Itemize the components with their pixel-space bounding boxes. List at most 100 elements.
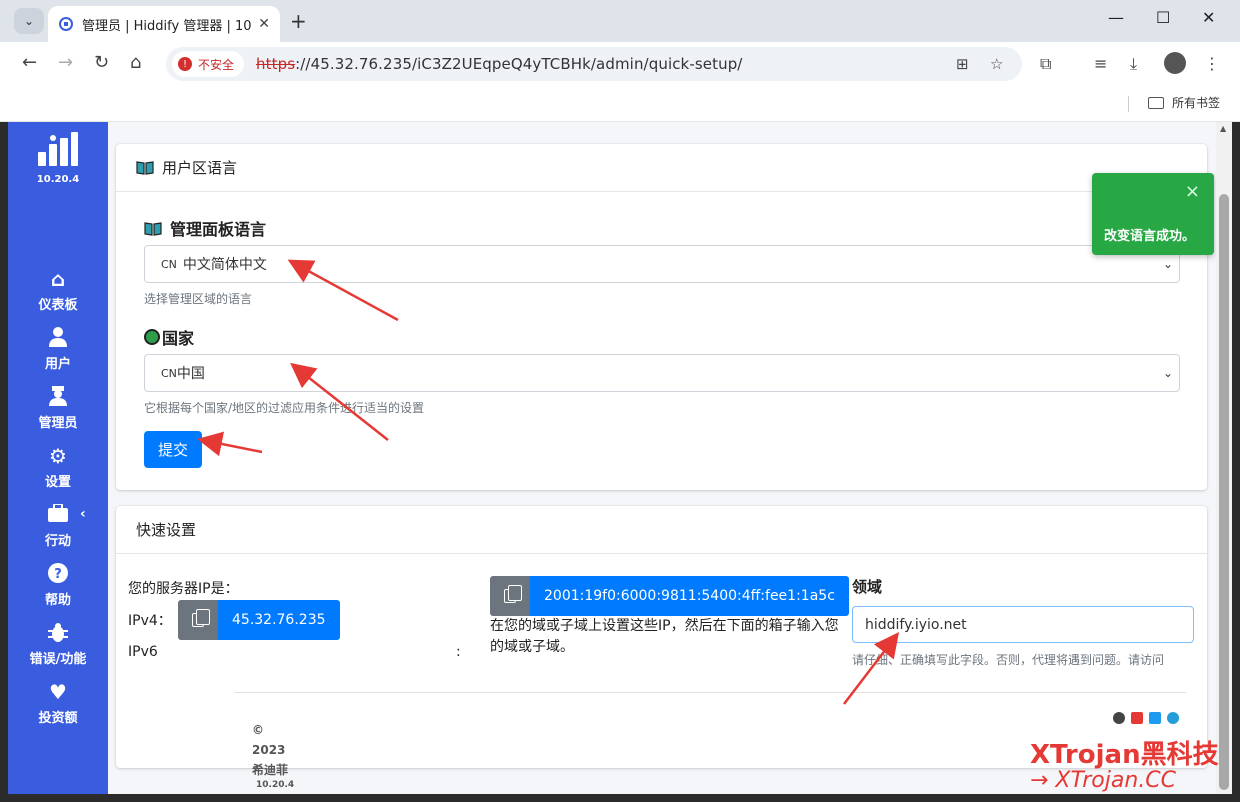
copy-icon [504, 585, 522, 603]
chevron-down-icon: ⌄ [23, 14, 35, 28]
footer-copyright: © [252, 723, 264, 737]
tab-search-button[interactable]: ⌄ [14, 8, 44, 34]
sidebar-item-label: 投资额 [38, 711, 78, 726]
tab-close-icon[interactable]: ✕ [258, 16, 270, 32]
address-bar[interactable]: ! 不安全 https://45.32.76.235/iC3Z2UEqpeQ4y… [166, 47, 1022, 81]
more-menu-icon[interactable]: ⋮ [1204, 54, 1220, 73]
country-select[interactable]: CN 中国 ⌄ [144, 354, 1180, 392]
extensions-icon[interactable]: ⧉ [1040, 54, 1051, 74]
country-label-text: 国家 [162, 329, 195, 348]
media-icon[interactable]: ≡ [1094, 54, 1107, 73]
profile-avatar[interactable] [1164, 52, 1186, 74]
country-value: 中国 [176, 366, 205, 382]
social-links [1113, 712, 1179, 724]
copy-icon [192, 609, 210, 627]
ipv4-value[interactable]: 45.32.76.235 [218, 600, 340, 640]
admin-language-label: 管理面板语言 [144, 216, 266, 240]
domain-help: 请仔细、正确填写此字段。否则，代理将遇到问题。请访问 [852, 653, 1165, 667]
domain-input[interactable] [852, 606, 1194, 643]
telegram-icon[interactable] [1167, 712, 1179, 724]
briefcase-icon [8, 503, 108, 526]
admin-language-select[interactable]: CN 中文简体中文 ⌄ [144, 245, 1180, 283]
translate-icon[interactable]: ⊞ [956, 55, 969, 73]
footer-divider [234, 692, 1186, 693]
download-icon[interactable]: ⤓ [1130, 54, 1137, 74]
sidebar-item-label: 仪表板 [38, 298, 78, 313]
youtube-icon[interactable] [1131, 712, 1143, 724]
domain-label: 领域 [852, 578, 883, 596]
footer-text: © 2023 希迪菲 [252, 720, 288, 780]
all-bookmarks-button[interactable]: 所有书签 [1147, 94, 1220, 111]
scrollbar-thumb[interactable] [1219, 194, 1229, 790]
language-card: 用户区语言 管理面板语言 CN 中文简体中文 ⌄ 选择管理区域的语言 国家 CN… [116, 144, 1207, 490]
sidebar-item-users[interactable]: 用户 [8, 327, 108, 372]
maximize-icon[interactable]: ☐ [1156, 8, 1170, 27]
ipv6-colon: : [456, 644, 461, 660]
sidebar-item-donate[interactable]: ♥ 投资额 [8, 681, 108, 726]
chevron-down-icon: ⌄ [1162, 257, 1173, 271]
url-text[interactable]: https://45.32.76.235/iC3Z2UEqpeQ4yTCBHk/… [256, 55, 742, 73]
quick-setup-title: 快速设置 [136, 521, 197, 539]
sidebar-item-bugs[interactable]: 错误/功能 [8, 622, 108, 667]
ipv6-value[interactable]: 2001:19f0:6000:9811:5400:4ff:fee1:1a5c [530, 576, 849, 616]
browser-toolbar: ← → ↻ ⌂ ! 不安全 https://45.32.76.235/iC3Z2… [0, 42, 1240, 86]
ipv4-copy-button[interactable] [178, 600, 218, 640]
reload-icon[interactable]: ↻ [94, 52, 109, 73]
sidebar-item-label: 设置 [44, 475, 71, 490]
svg-text:?: ? [54, 567, 62, 582]
sidebar-item-settings[interactable]: ⚙ 设置 [8, 445, 108, 490]
hiddify-favicon-icon [58, 16, 74, 32]
bookmarks-separator [1128, 96, 1129, 112]
language-card-header: 用户区语言 [116, 144, 1207, 192]
quick-setup-card: 快速设置 您的服务器IP是： IPv4： 45.32.76.235 IPv6 :… [116, 506, 1207, 790]
sidebar-item-label: 用户 [44, 357, 71, 372]
sidebar-version: 10.20.4 [36, 174, 80, 185]
chevron-left-icon: ‹ [80, 506, 86, 522]
twitter-icon[interactable] [1149, 712, 1161, 724]
country-help: 它根据每个国家/地区的过滤应用条件进行适当的设置 [144, 401, 425, 415]
language-card-title: 用户区语言 [162, 159, 238, 177]
sidebar-item-help[interactable]: ? 帮助 [8, 563, 108, 608]
ipv4-label: IPv4： [128, 613, 172, 629]
home-button-icon[interactable]: ⌂ [130, 52, 141, 73]
toast-close-icon[interactable]: × [1185, 181, 1200, 202]
sidebar-item-dashboard[interactable]: ⌂ 仪表板 [8, 268, 108, 313]
book-icon [144, 221, 162, 236]
page-scrollbar[interactable]: ▲ [1216, 122, 1232, 794]
forward-icon[interactable]: → [58, 52, 73, 73]
sidebar-item-admins[interactable]: 管理员 [8, 386, 108, 431]
ipv4-copy-group: 45.32.76.235 [178, 600, 340, 640]
submit-button[interactable]: 提交 [144, 431, 202, 468]
sidebar-item-label: 行动 [44, 534, 71, 549]
github-icon[interactable] [1113, 712, 1125, 724]
quick-setup-header: 快速设置 [116, 506, 1207, 554]
footer-name: 希迪菲 [252, 763, 289, 777]
star-icon[interactable]: ☆ [990, 55, 1003, 73]
back-icon[interactable]: ← [22, 52, 37, 73]
ipv6-help-text: 在您的域或子域上设置这些IP，然后在下面的箱子输入您的域或子域。 [490, 618, 839, 655]
sidebar-item-label: 错误/功能 [29, 652, 87, 667]
all-bookmarks-label: 所有书签 [1171, 96, 1220, 110]
warning-icon: ! [178, 57, 192, 71]
security-label: 不安全 [198, 57, 235, 72]
ipv6-copy-button[interactable] [490, 576, 530, 616]
hiddify-logo-icon[interactable] [38, 132, 78, 166]
scroll-up-icon[interactable]: ▲ [1220, 124, 1226, 133]
browser-tab-active[interactable]: 管理员 | Hiddify 管理器 | 10.2 ✕ [48, 6, 280, 42]
sidebar-item-label: 帮助 [44, 593, 71, 608]
footer-version: 10.20.4 [256, 780, 295, 790]
ipv6-copy-group: 2001:19f0:6000:9811:5400:4ff:fee1:1a5c [490, 576, 849, 616]
user-icon [8, 327, 108, 349]
new-tab-button[interactable]: + [290, 9, 307, 33]
minimize-icon[interactable]: — [1108, 8, 1124, 27]
sidebar-item-label: 管理员 [38, 416, 78, 431]
toast-message: 改变语言成功。 [1104, 229, 1196, 244]
sidebar-item-actions[interactable]: ‹ 行动 [8, 503, 108, 549]
security-indicator[interactable]: ! 不安全 [172, 51, 245, 77]
window-close-icon[interactable]: ✕ [1202, 8, 1215, 27]
admin-language-flag: CN [161, 257, 177, 271]
book-icon [136, 160, 154, 175]
admin-icon [8, 386, 108, 408]
success-toast: × 改变语言成功。 [1092, 173, 1214, 255]
url-rest: ://45.32.76.235/iC3Z2UEqpeQ4yTCBHk/admin… [295, 55, 743, 73]
